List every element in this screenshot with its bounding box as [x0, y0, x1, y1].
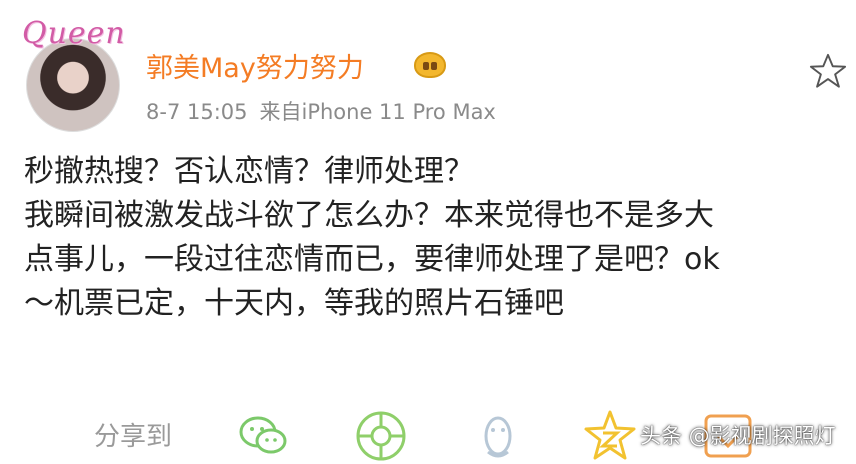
post-source[interactable]: 来自iPhone 11 Pro Max: [260, 100, 496, 124]
moments-icon[interactable]: [353, 408, 409, 464]
vip-badge-icon[interactable]: [414, 52, 446, 78]
avatar-queen-logo: Queen: [22, 16, 126, 51]
avatar[interactable]: Queen: [18, 16, 125, 132]
wechat-icon[interactable]: [236, 408, 292, 464]
post-meta: 8-7 15:05 来自iPhone 11 Pro Max: [146, 96, 496, 126]
post-line: 秒撤热搜？否认恋情？律师处理？: [24, 154, 474, 189]
post-line: 我瞬间被激发战斗欲了怎么办？本来觉得也不是多大: [24, 198, 714, 233]
avatar-photo[interactable]: [26, 38, 120, 132]
post-timestamp: 8-7 15:05: [146, 100, 248, 124]
qq-icon[interactable]: [470, 408, 526, 464]
post-line: 点事儿，一段过往恋情而已，要律师处理了是吧？ok: [24, 242, 720, 277]
qzone-icon[interactable]: [582, 408, 638, 464]
post-line: ～机票已定，十天内，等我的照片石锤吧: [24, 286, 564, 321]
post-body: 秒撤热搜？否认恋情？律师处理？ 我瞬间被激发战斗欲了怎么办？本来觉得也不是多大 …: [24, 150, 840, 326]
username[interactable]: 郭美May努力努力: [146, 46, 364, 85]
star-icon[interactable]: [809, 52, 847, 90]
share-label: 分享到: [94, 422, 173, 452]
watermark: 头条 @影视剧探照灯: [640, 424, 836, 448]
